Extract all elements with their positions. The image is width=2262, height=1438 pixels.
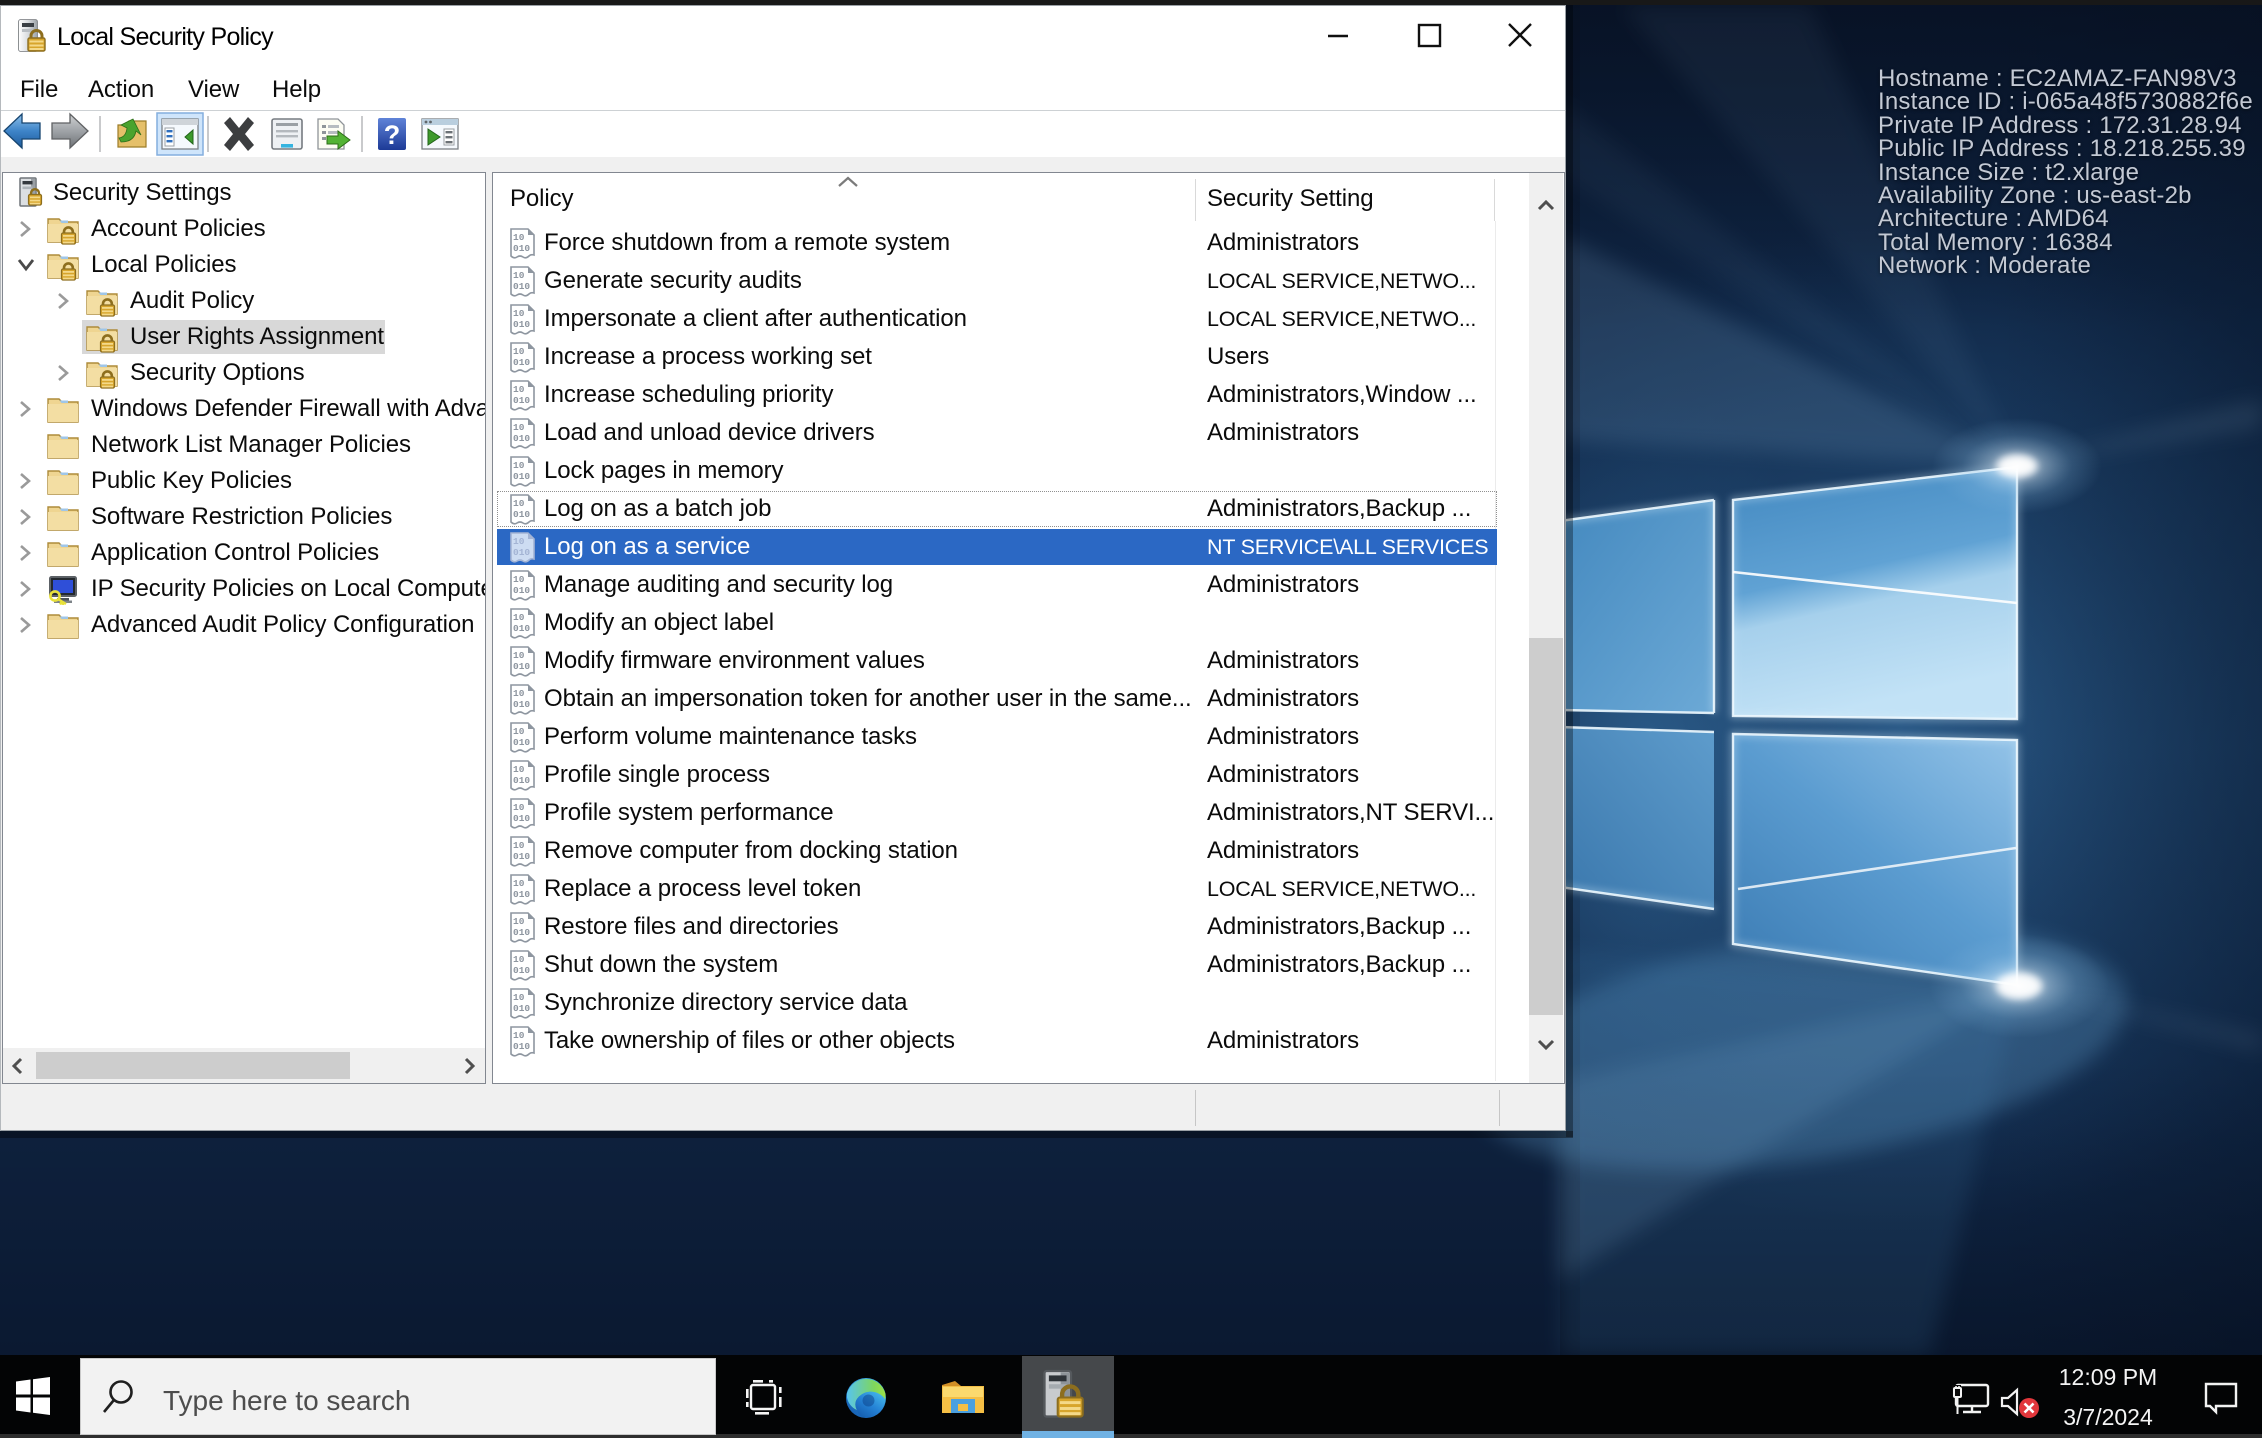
- svg-text:010: 010: [513, 357, 530, 368]
- svg-text:10: 10: [513, 688, 525, 699]
- svg-text:010: 010: [513, 623, 530, 634]
- svg-text:10: 10: [513, 1030, 525, 1041]
- svg-text:010: 010: [513, 547, 530, 558]
- svg-text:10: 10: [513, 384, 525, 395]
- svg-text:10: 10: [513, 346, 525, 357]
- svg-text:010: 010: [513, 585, 530, 596]
- svg-text:10: 10: [513, 498, 525, 509]
- svg-text:10: 10: [513, 992, 525, 1003]
- svg-text:10: 10: [513, 536, 525, 547]
- svg-text:10: 10: [513, 840, 525, 851]
- svg-text:010: 010: [513, 965, 530, 976]
- svg-text:010: 010: [513, 433, 530, 444]
- svg-text:10: 10: [513, 726, 525, 737]
- svg-text:010: 010: [513, 471, 530, 482]
- svg-text:010: 010: [513, 775, 530, 786]
- svg-text:010: 010: [513, 281, 530, 292]
- svg-text:10: 10: [513, 612, 525, 623]
- svg-text:10: 10: [513, 232, 525, 243]
- svg-text:10: 10: [513, 650, 525, 661]
- svg-text:10: 10: [513, 460, 525, 471]
- svg-text:010: 010: [513, 889, 530, 900]
- svg-text:010: 010: [513, 395, 530, 406]
- svg-text:010: 010: [513, 813, 530, 824]
- svg-text:10: 10: [513, 802, 525, 813]
- svg-text:010: 010: [513, 243, 530, 254]
- svg-text:?: ?: [384, 120, 401, 150]
- svg-text:010: 010: [513, 851, 530, 862]
- svg-text:10: 10: [513, 574, 525, 585]
- svg-text:010: 010: [513, 1003, 530, 1014]
- svg-text:010: 010: [513, 661, 530, 672]
- svg-text:10: 10: [513, 422, 525, 433]
- svg-text:010: 010: [513, 319, 530, 330]
- svg-text:010: 010: [513, 1041, 530, 1052]
- svg-text:10: 10: [513, 878, 525, 889]
- svg-text:10: 10: [513, 270, 525, 281]
- svg-text:010: 010: [513, 737, 530, 748]
- svg-text:010: 010: [513, 927, 530, 938]
- svg-text:010: 010: [513, 699, 530, 710]
- svg-text:10: 10: [513, 308, 525, 319]
- svg-text:10: 10: [513, 916, 525, 927]
- svg-text:010: 010: [513, 509, 530, 520]
- svg-text:10: 10: [513, 764, 525, 775]
- svg-text:10: 10: [513, 954, 525, 965]
